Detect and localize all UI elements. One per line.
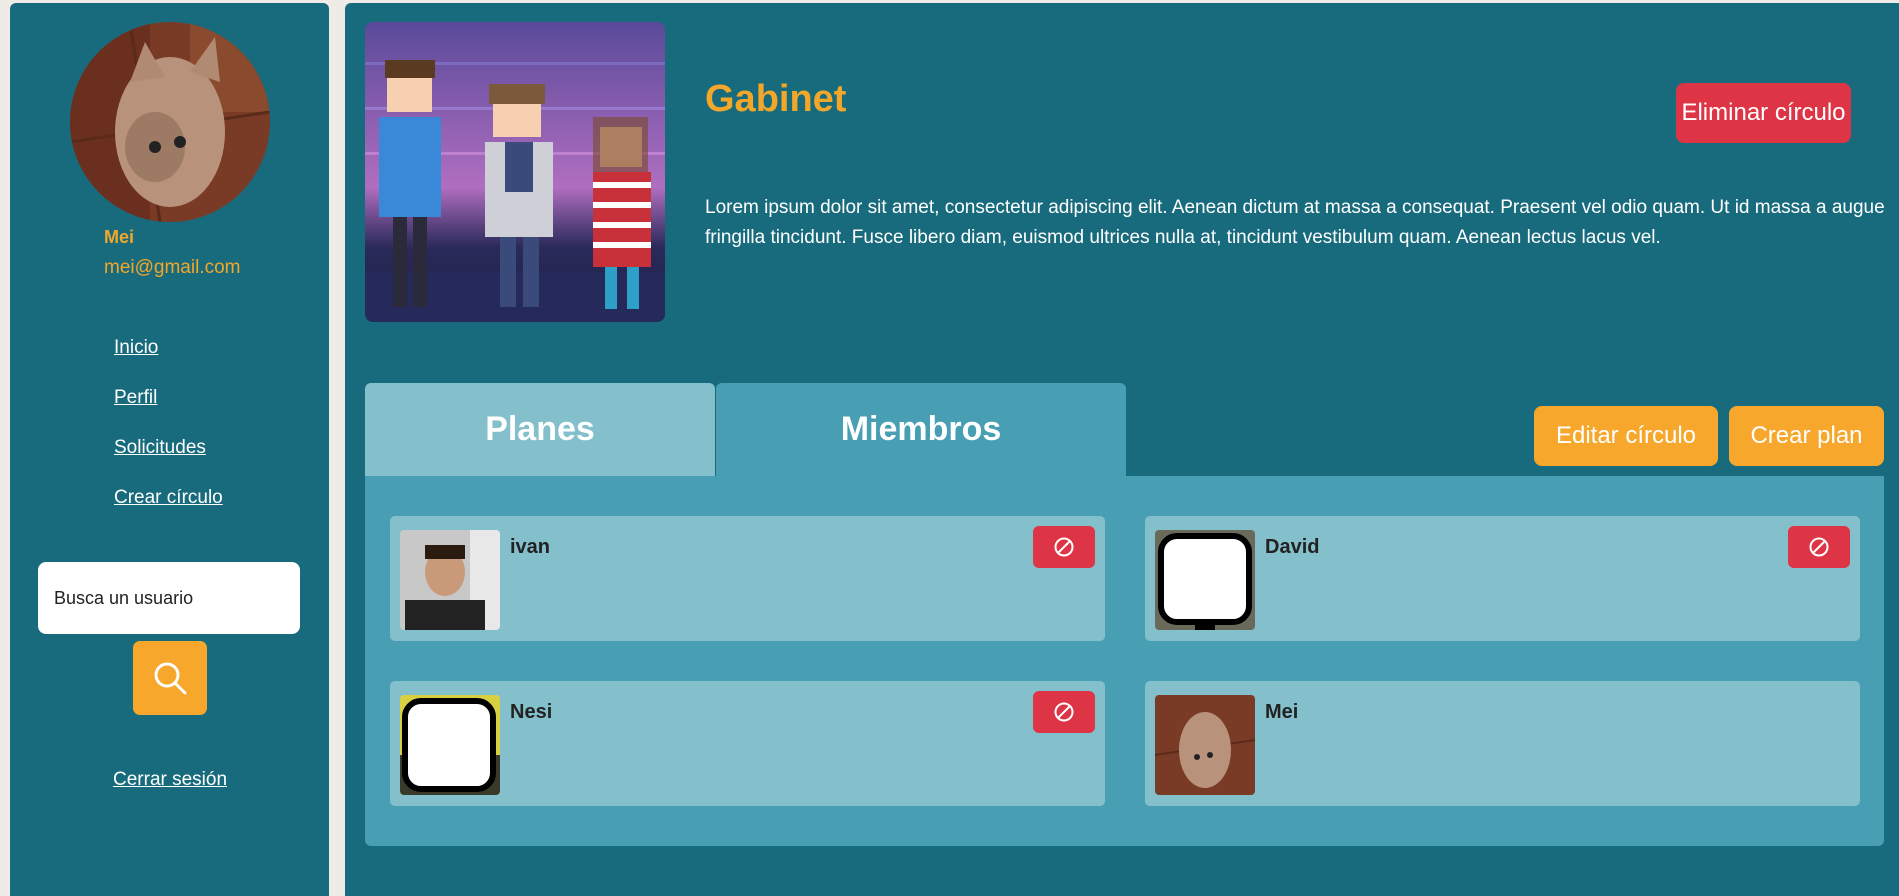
delete-circle-button[interactable]: Eliminar círculo bbox=[1676, 83, 1851, 143]
member-name: Nesi bbox=[510, 701, 553, 723]
ban-icon bbox=[1054, 537, 1074, 557]
pixel-art-group-icon bbox=[365, 22, 665, 322]
main-content: Gabinet Eliminar círculo Lorem ipsum dol… bbox=[345, 3, 1899, 896]
member-card: ivan bbox=[390, 516, 1105, 641]
member-name: ivan bbox=[510, 536, 551, 558]
remove-member-button[interactable] bbox=[1033, 526, 1095, 568]
remove-member-button[interactable] bbox=[1788, 526, 1850, 568]
edit-circle-button[interactable]: Editar círculo bbox=[1534, 406, 1718, 466]
user-email: mei@gmail.com bbox=[104, 257, 241, 278]
ban-icon bbox=[1054, 702, 1074, 722]
member-card: David bbox=[1145, 516, 1860, 641]
member-avatar bbox=[1155, 695, 1255, 795]
tab-planes[interactable]: Planes bbox=[365, 383, 715, 476]
placeholder-photo-icon bbox=[1155, 530, 1255, 630]
member-card: Mei bbox=[1145, 681, 1860, 806]
user-name: Mei bbox=[104, 227, 135, 247]
search-icon bbox=[154, 662, 187, 695]
circle-title: Gabinet bbox=[705, 78, 847, 120]
nav-link-solicitudes[interactable]: Solicitudes bbox=[114, 437, 206, 459]
placeholder-photo-icon bbox=[400, 695, 500, 795]
circle-description: Lorem ipsum dolor sit amet, consectetur … bbox=[705, 197, 1885, 248]
search-input[interactable] bbox=[38, 562, 300, 634]
member-avatar bbox=[1155, 530, 1255, 630]
member-avatar bbox=[400, 695, 500, 795]
search-button[interactable] bbox=[133, 641, 207, 715]
cat-photo-icon bbox=[70, 22, 270, 222]
nav-link-crear-circulo[interactable]: Crear círculo bbox=[114, 487, 223, 509]
member-card: Nesi bbox=[390, 681, 1105, 806]
member-avatar bbox=[400, 530, 500, 630]
person-photo-icon bbox=[400, 530, 500, 630]
nav-link-perfil[interactable]: Perfil bbox=[114, 387, 157, 409]
remove-member-button[interactable] bbox=[1033, 691, 1095, 733]
cat-photo-icon bbox=[1155, 695, 1255, 795]
create-plan-button[interactable]: Crear plan bbox=[1729, 406, 1884, 466]
avatar bbox=[70, 22, 270, 222]
circle-image bbox=[365, 22, 665, 322]
nav-link-inicio[interactable]: Inicio bbox=[114, 337, 158, 359]
member-name: David bbox=[1265, 536, 1320, 558]
ban-icon bbox=[1809, 537, 1829, 557]
sidebar: Mei mei@gmail.com Inicio Perfil Solicitu… bbox=[10, 3, 329, 896]
members-panel: ivan David Nesi Mei bbox=[365, 476, 1884, 846]
tab-miembros[interactable]: Miembros bbox=[716, 383, 1126, 476]
member-name: Mei bbox=[1265, 701, 1299, 723]
logout-link[interactable]: Cerrar sesión bbox=[113, 769, 227, 791]
